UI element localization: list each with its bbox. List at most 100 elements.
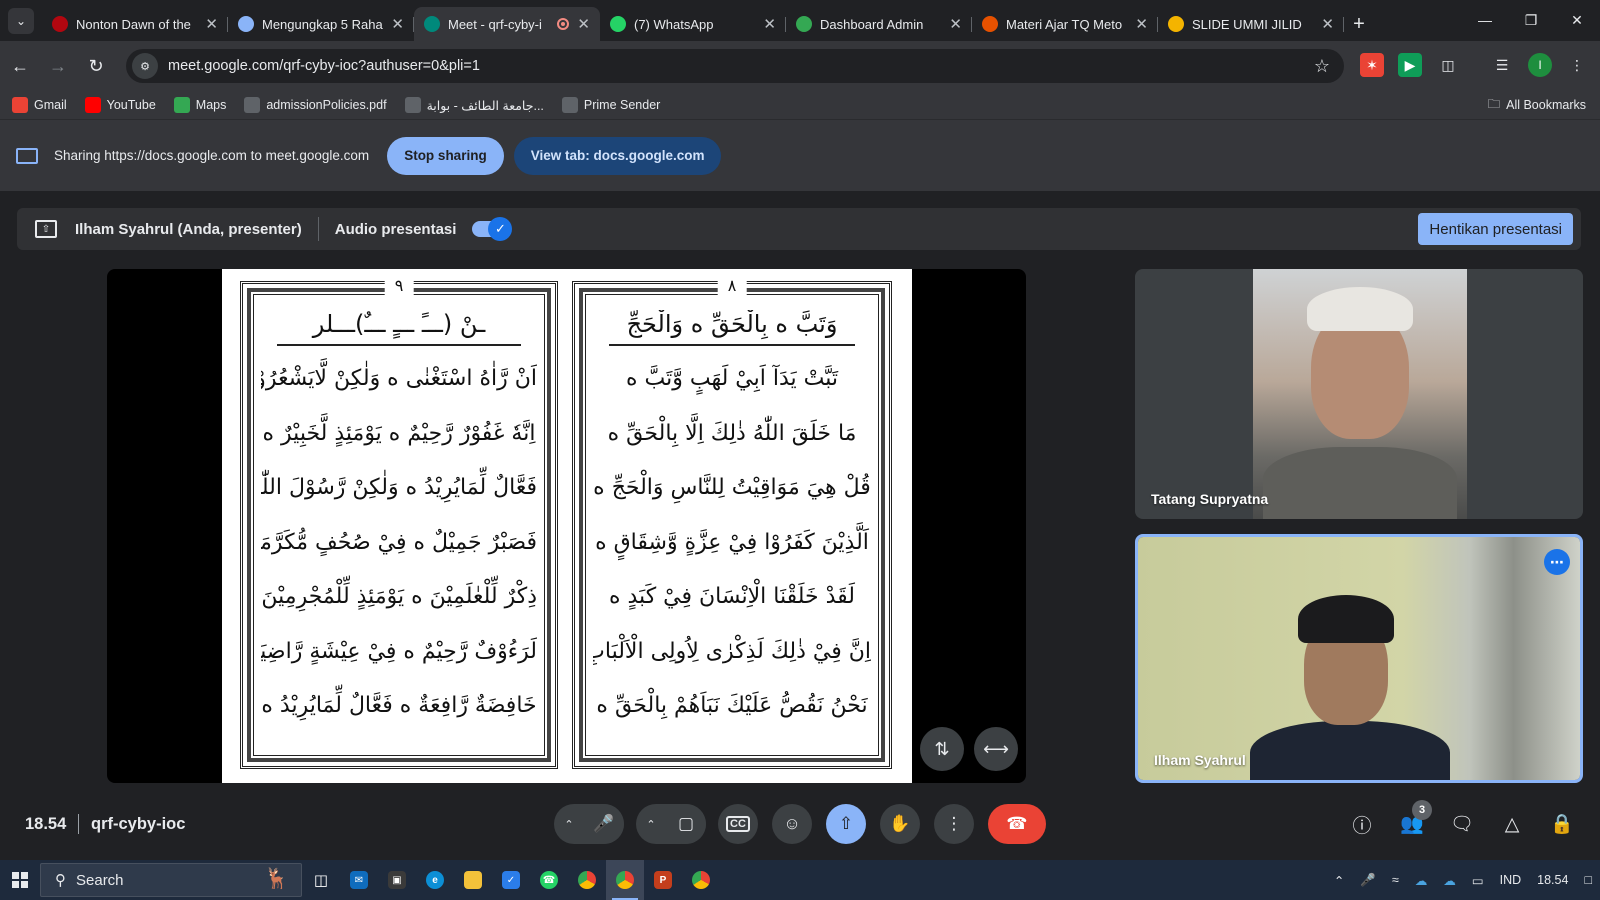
leave-call-button[interactable]: ☎ [988, 804, 1046, 844]
arabic-text-line: لَرَءُوْفٌ رَّحِيْمٌ ﻩ فِيْ عِيْشَةٍ رَّ… [261, 638, 537, 664]
whatsapp-icon [610, 16, 626, 32]
task-view-button[interactable]: ◫ [302, 860, 340, 900]
close-window-button[interactable]: ✕ [1554, 0, 1600, 40]
tab-title: Mengungkap 5 Raha [262, 16, 383, 32]
view-tab-button[interactable]: View tab: docs.google.com [513, 136, 722, 175]
camera-options-button[interactable]: ⌃ [636, 818, 666, 831]
browser-tab[interactable]: Meet - qrf-cyby-i ✕ [414, 7, 600, 41]
url-text[interactable]: meet.google.com/qrf-cyby-ioc?authuser=0&… [168, 58, 480, 74]
todo-app[interactable]: ✓ [492, 860, 530, 900]
whatsapp-app[interactable]: ☎ [530, 860, 568, 900]
stop-sharing-button[interactable]: Stop sharing [387, 136, 504, 175]
bookmark-item[interactable]: Prime Sender [561, 97, 660, 113]
close-tab-icon[interactable]: ✕ [1135, 15, 1148, 33]
present-now-button[interactable]: ⇧ [826, 804, 866, 844]
tray-microphone-icon[interactable]: 🎤 [1352, 873, 1384, 888]
profile-avatar[interactable]: I [1528, 53, 1552, 77]
mic-options-button[interactable]: ⌃ [554, 818, 584, 831]
bookmark-item[interactable]: Maps [173, 97, 226, 113]
mail-app[interactable]: ✉ [340, 860, 378, 900]
extensions-puzzle-icon[interactable]: ◫ [1436, 53, 1460, 77]
activities-button[interactable]: △ [1492, 804, 1532, 844]
emoji-icon: ☺ [783, 814, 801, 833]
reload-icon: ↻ [88, 55, 104, 76]
restore-button[interactable]: ❐ [1508, 0, 1554, 40]
media-control-icon[interactable]: ☰ [1490, 53, 1514, 77]
raise-hand-button[interactable]: ✋ [880, 804, 920, 844]
bookmark-item[interactable]: admissionPolicies.pdf [244, 97, 387, 113]
start-button[interactable] [0, 860, 40, 900]
close-tab-icon[interactable]: ✕ [949, 15, 962, 33]
slides-icon [1168, 16, 1184, 32]
file-explorer-app[interactable] [454, 860, 492, 900]
new-tab-button[interactable]: + [1344, 7, 1374, 41]
all-bookmarks-button[interactable]: 🗀 All Bookmarks [1488, 95, 1586, 116]
bookmark-star-icon[interactable]: ☆ [1314, 56, 1330, 77]
minimize-button[interactable]: — [1462, 0, 1508, 40]
battery-icon[interactable]: ▭ [1464, 873, 1492, 888]
browser-tab[interactable]: Materi Ajar TQ Meto ✕ [972, 7, 1158, 41]
language-indicator[interactable]: IND [1492, 873, 1530, 887]
people-button[interactable]: 👥 3 [1392, 800, 1432, 844]
arabic-text-line: ذِكْرٌ لِّلْعٰلَمِيْنَ ﻩ يَوْمَئِذٍ لِّل… [261, 584, 537, 609]
close-tab-icon[interactable]: ✕ [391, 15, 404, 33]
forward-button[interactable]: → [40, 48, 76, 84]
share-button[interactable]: ⟷ [974, 727, 1018, 771]
more-options-button[interactable]: ⋮ [934, 804, 974, 844]
divider [317, 217, 319, 241]
self-tile[interactable]: Ilham Syahrul ⋯ [1135, 534, 1583, 783]
globe-icon [561, 97, 578, 113]
extension-icon-2[interactable]: ▶ [1398, 53, 1422, 77]
browser-tab[interactable]: Nonton Dawn of the ✕ [42, 7, 228, 41]
bookmark-item[interactable]: YouTube [84, 97, 156, 113]
captions-button[interactable]: CC [718, 804, 758, 844]
wifi-icon[interactable]: ≈ [1384, 873, 1407, 887]
browser-menu-icon[interactable]: ⋮ [1565, 53, 1589, 77]
browser-tab[interactable]: (7) WhatsApp ✕ [600, 7, 786, 41]
more-options-icon[interactable]: ⋯ [1544, 549, 1570, 575]
onedrive-icon[interactable]: ☁ [1407, 873, 1436, 888]
microphone-button[interactable]: 🎤 [584, 804, 624, 844]
chat-button[interactable]: 🗨 [1442, 804, 1482, 844]
chevron-up-icon: ⌃ [646, 818, 656, 831]
close-tab-icon[interactable]: ✕ [763, 15, 776, 33]
reload-button[interactable]: ↻ [78, 48, 114, 84]
chrome-icon [578, 871, 596, 889]
browser-tab[interactable]: Mengungkap 5 Raha ✕ [228, 7, 414, 41]
page-number: ٨ [717, 276, 747, 295]
chrome-app-active[interactable] [606, 860, 644, 900]
reactions-button[interactable]: ☺ [772, 804, 812, 844]
bookmark-item[interactable]: جامعة الطائف - بوابة... [404, 97, 544, 113]
tray-chevron-up-icon[interactable]: ⌃ [1326, 873, 1352, 888]
audio-presentation-toggle[interactable]: ✓ [472, 217, 513, 241]
notification-icon[interactable]: □ [1576, 873, 1600, 887]
edge-app[interactable]: e [416, 860, 454, 900]
browser-tab[interactable]: SLIDE UMMI JILID ✕ [1158, 7, 1344, 41]
meeting-details-button[interactable]: ⓘ [1342, 804, 1382, 844]
powerpoint-app[interactable]: P [644, 860, 682, 900]
back-button[interactable]: ← [2, 48, 38, 84]
close-tab-icon[interactable]: ✕ [1321, 15, 1334, 33]
store-app[interactable]: ▣ [378, 860, 416, 900]
stop-presenting-button[interactable]: Hentikan presentasi [1418, 213, 1573, 245]
taskbar-search[interactable]: ⚲ Search 🦌 [40, 863, 302, 897]
close-tab-icon[interactable]: ✕ [577, 15, 590, 33]
browser-tab[interactable]: Dashboard Admin ✕ [786, 7, 972, 41]
camera-button[interactable]: ▢ [666, 804, 706, 844]
extension-icon-1[interactable]: ✶ [1360, 53, 1384, 77]
participant-tile[interactable]: Tatang Supryatna [1135, 269, 1583, 519]
tab-search-button[interactable]: ⌄ [8, 8, 34, 34]
arabic-text-line: اِنَّهٗ غَفُوْرٌ رَّحِيْمٌ ﻩ يَوْمَئِذٍ … [262, 420, 536, 446]
taskbar-clock[interactable]: 18.54 [1529, 873, 1576, 887]
bookmark-item[interactable]: Gmail [12, 97, 67, 113]
host-controls-button[interactable]: 🔒 [1542, 804, 1582, 844]
swap-layout-button[interactable]: ⇅ [920, 727, 964, 771]
doc-page-left: ٩ ـنْ (ـــً ـــٍ ـــٌ)ـــلر اَنْ رَّاٰهُ… [240, 276, 558, 769]
onedrive-icon-2[interactable]: ☁ [1435, 873, 1464, 888]
address-bar[interactable]: ⚙ meet.google.com/qrf-cyby-ioc?authuser=… [126, 49, 1344, 83]
chrome-app-2[interactable] [682, 860, 720, 900]
chrome-app[interactable] [568, 860, 606, 900]
site-info-icon[interactable]: ⚙ [132, 53, 158, 79]
close-tab-icon[interactable]: ✕ [205, 15, 218, 33]
youtube-icon [84, 97, 101, 113]
